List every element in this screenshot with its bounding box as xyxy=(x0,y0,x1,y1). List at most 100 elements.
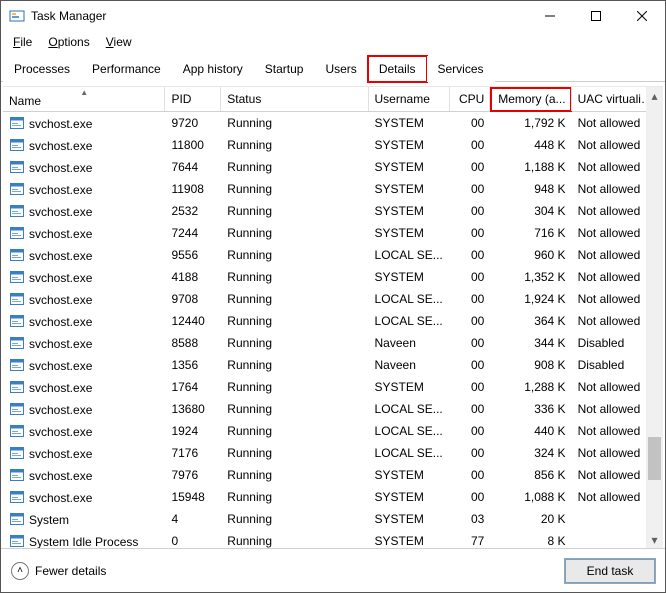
table-row[interactable]: svchost.exe11908RunningSYSTEM00948 KNot … xyxy=(3,178,663,200)
cell-status: Running xyxy=(221,354,368,376)
close-button[interactable] xyxy=(619,1,665,31)
menu-bar: File Options View xyxy=(1,31,665,55)
cell-username: SYSTEM xyxy=(369,178,450,200)
process-icon xyxy=(9,445,25,461)
tab-strip: Processes Performance App history Startu… xyxy=(1,55,665,82)
cell-cpu: 00 xyxy=(450,288,491,310)
col-header-username[interactable]: Username xyxy=(369,87,450,112)
table-row[interactable]: svchost.exe8588RunningNaveen00344 KDisab… xyxy=(3,332,663,354)
cell-status: Running xyxy=(221,332,368,354)
table-row[interactable]: svchost.exe13680RunningLOCAL SE...00336 … xyxy=(3,398,663,420)
menu-view[interactable]: View xyxy=(100,33,138,51)
process-name: svchost.exe xyxy=(29,403,92,417)
cell-pid: 2532 xyxy=(165,200,221,222)
table-row[interactable]: svchost.exe11800RunningSYSTEM00448 KNot … xyxy=(3,134,663,156)
process-table[interactable]: ▲Name PID Status Username CPU Memory (a.… xyxy=(3,87,663,548)
menu-options[interactable]: Options xyxy=(42,33,95,51)
minimize-button[interactable] xyxy=(527,1,573,31)
cell-memory: 20 K xyxy=(490,508,571,530)
titlebar[interactable]: Task Manager xyxy=(1,1,665,31)
cell-status: Running xyxy=(221,442,368,464)
table-row[interactable]: svchost.exe1764RunningSYSTEM001,288 KNot… xyxy=(3,376,663,398)
cell-memory: 948 K xyxy=(490,178,571,200)
process-name: svchost.exe xyxy=(29,205,92,219)
vertical-scrollbar[interactable]: ▴ ▾ xyxy=(646,87,663,548)
cell-pid: 9720 xyxy=(165,112,221,135)
tab-startup[interactable]: Startup xyxy=(254,56,315,82)
cell-pid: 8588 xyxy=(165,332,221,354)
process-name: svchost.exe xyxy=(29,227,92,241)
process-icon xyxy=(9,137,25,153)
maximize-button[interactable] xyxy=(573,1,619,31)
cell-status: Running xyxy=(221,530,368,548)
table-row[interactable]: System Idle Process0RunningSYSTEM778 K xyxy=(3,530,663,548)
cell-username: SYSTEM xyxy=(369,464,450,486)
process-icon xyxy=(9,467,25,483)
table-row[interactable]: svchost.exe9708RunningLOCAL SE...001,924… xyxy=(3,288,663,310)
cell-status: Running xyxy=(221,112,368,135)
cell-memory: 908 K xyxy=(490,354,571,376)
table-row[interactable]: svchost.exe1924RunningLOCAL SE...00440 K… xyxy=(3,420,663,442)
process-icon xyxy=(9,181,25,197)
table-row[interactable]: svchost.exe2532RunningSYSTEM00304 KNot a… xyxy=(3,200,663,222)
cell-status: Running xyxy=(221,398,368,420)
menu-file[interactable]: File xyxy=(7,33,38,51)
cell-cpu: 00 xyxy=(450,420,491,442)
cell-cpu: 00 xyxy=(450,332,491,354)
cell-cpu: 00 xyxy=(450,486,491,508)
cell-username: SYSTEM xyxy=(369,266,450,288)
cell-pid: 0 xyxy=(165,530,221,548)
cell-pid: 1764 xyxy=(165,376,221,398)
process-name: System xyxy=(29,513,69,527)
table-row[interactable]: svchost.exe9720RunningSYSTEM001,792 KNot… xyxy=(3,112,663,135)
col-header-status[interactable]: Status xyxy=(221,87,368,112)
end-task-button[interactable]: End task xyxy=(565,559,655,583)
process-icon xyxy=(9,335,25,351)
col-header-cpu[interactable]: CPU xyxy=(450,87,491,112)
fewer-details-toggle[interactable]: ˄ Fewer details xyxy=(11,562,106,580)
cell-username: SYSTEM xyxy=(369,376,450,398)
table-row[interactable]: svchost.exe12440RunningLOCAL SE...00364 … xyxy=(3,310,663,332)
table-row[interactable]: svchost.exe4188RunningSYSTEM001,352 KNot… xyxy=(3,266,663,288)
process-icon xyxy=(9,511,25,527)
table-row[interactable]: svchost.exe7176RunningLOCAL SE...00324 K… xyxy=(3,442,663,464)
scroll-up-button[interactable]: ▴ xyxy=(646,87,663,104)
cell-memory: 364 K xyxy=(490,310,571,332)
process-name: svchost.exe xyxy=(29,337,92,351)
cell-username: LOCAL SE... xyxy=(369,244,450,266)
table-row[interactable]: svchost.exe1356RunningNaveen00908 KDisab… xyxy=(3,354,663,376)
table-row[interactable]: svchost.exe7976RunningSYSTEM00856 KNot a… xyxy=(3,464,663,486)
cell-memory: 336 K xyxy=(490,398,571,420)
table-row[interactable]: svchost.exe7644RunningSYSTEM001,188 KNot… xyxy=(3,156,663,178)
table-row[interactable]: svchost.exe7244RunningSYSTEM00716 KNot a… xyxy=(3,222,663,244)
tab-performance[interactable]: Performance xyxy=(81,56,172,82)
process-name: svchost.exe xyxy=(29,161,92,175)
cell-memory: 304 K xyxy=(490,200,571,222)
cell-username: LOCAL SE... xyxy=(369,310,450,332)
cell-status: Running xyxy=(221,376,368,398)
table-row[interactable]: svchost.exe9556RunningLOCAL SE...00960 K… xyxy=(3,244,663,266)
tab-details[interactable]: Details xyxy=(368,56,427,82)
cell-cpu: 00 xyxy=(450,464,491,486)
process-icon xyxy=(9,533,25,548)
tab-app-history[interactable]: App history xyxy=(172,56,254,82)
tab-services[interactable]: Services xyxy=(427,56,495,82)
col-header-memory[interactable]: Memory (a... xyxy=(490,87,571,112)
cell-cpu: 00 xyxy=(450,442,491,464)
table-row[interactable]: System4RunningSYSTEM0320 K xyxy=(3,508,663,530)
tab-processes[interactable]: Processes xyxy=(3,56,81,82)
tab-users[interactable]: Users xyxy=(314,56,367,82)
col-header-name[interactable]: ▲Name xyxy=(3,87,165,112)
scroll-track[interactable] xyxy=(646,104,663,531)
col-header-pid[interactable]: PID xyxy=(165,87,221,112)
cell-status: Running xyxy=(221,486,368,508)
cell-username: SYSTEM xyxy=(369,200,450,222)
window-controls xyxy=(527,1,665,31)
scroll-down-button[interactable]: ▾ xyxy=(646,531,663,548)
scroll-thumb[interactable] xyxy=(648,437,661,480)
process-name: svchost.exe xyxy=(29,315,92,329)
process-icon xyxy=(9,379,25,395)
table-row[interactable]: svchost.exe15948RunningSYSTEM001,088 KNo… xyxy=(3,486,663,508)
cell-username: SYSTEM xyxy=(369,530,450,548)
cell-status: Running xyxy=(221,222,368,244)
